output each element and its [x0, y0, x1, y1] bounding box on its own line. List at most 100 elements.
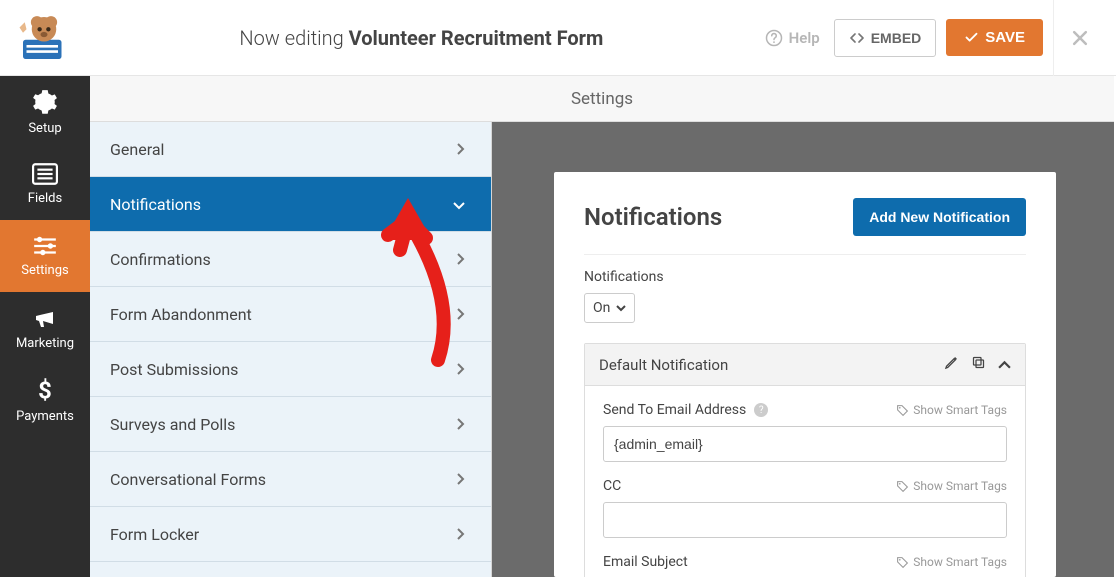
nav-item-setup[interactable]: Setup — [0, 76, 90, 148]
svg-text:$: $ — [38, 377, 52, 403]
chevron-right-icon — [457, 415, 465, 434]
dollar-icon: $ — [35, 377, 55, 403]
close-button[interactable] — [1053, 0, 1106, 76]
settings-header: Settings — [90, 76, 1114, 122]
pencil-icon — [944, 355, 959, 370]
close-icon — [1070, 28, 1090, 48]
nav-item-marketing[interactable]: Marketing — [0, 292, 90, 364]
sidebar-label: Post Submissions — [110, 360, 238, 379]
smart-tags-label: Show Smart Tags — [913, 479, 1007, 493]
nav-label: Marketing — [16, 336, 74, 351]
sidebar-item-surveys-polls[interactable]: Surveys and Polls — [90, 397, 491, 452]
copy-icon — [971, 355, 986, 370]
top-bar: Now editing Volunteer Recruitment Form H… — [0, 0, 1116, 76]
label-text: CC — [603, 478, 621, 494]
chevron-right-icon — [457, 140, 465, 159]
panel-header: Notifications Add New Notification — [584, 198, 1026, 255]
nav-item-settings[interactable]: Settings — [0, 220, 90, 292]
chevron-down-icon — [453, 195, 465, 214]
help-icon — [765, 29, 783, 47]
field-send-to: Send To Email Address ? Show Smart Tags — [603, 402, 1007, 462]
tag-icon — [896, 404, 909, 417]
field-label-cc: CC — [603, 478, 621, 494]
smart-tags-label: Show Smart Tags — [913, 555, 1007, 569]
embed-label: EMBED — [871, 30, 922, 46]
bullhorn-icon — [32, 306, 58, 330]
help-label: Help — [789, 29, 820, 47]
smart-tags-label: Show Smart Tags — [913, 403, 1007, 417]
sidebar-item-form-abandonment[interactable]: Form Abandonment — [90, 287, 491, 342]
sidebar-label: Notifications — [110, 195, 201, 214]
sidebar-label: Surveys and Polls — [110, 415, 235, 434]
notifications-toggle-label: Notifications — [584, 269, 1026, 285]
editing-prefix: Now editing — [239, 26, 348, 50]
logo — [10, 8, 78, 68]
chevron-down-icon — [616, 305, 626, 312]
duplicate-button[interactable] — [971, 355, 986, 374]
field-email-subject: Email Subject Show Smart Tags — [603, 554, 1007, 570]
chevron-right-icon — [457, 470, 465, 489]
settings-sidebar: General Notifications Confirmations Form… — [90, 122, 492, 577]
cc-input[interactable] — [603, 502, 1007, 538]
nav-item-fields[interactable]: Fields — [0, 148, 90, 220]
collapse-button[interactable] — [998, 355, 1011, 374]
sidebar-item-general[interactable]: General — [90, 122, 491, 177]
help-icon[interactable]: ? — [754, 403, 768, 417]
default-notification-card: Default Notification Send To Email Addre… — [584, 343, 1026, 577]
select-value: On — [593, 300, 610, 316]
sidebar-label: Conversational Forms — [110, 470, 266, 489]
chevron-right-icon — [457, 525, 465, 544]
sidebar-item-confirmations[interactable]: Confirmations — [90, 232, 491, 287]
help-link[interactable]: Help — [765, 29, 820, 47]
main-content: Notifications Add New Notification Notif… — [492, 122, 1114, 577]
card-header: Default Notification — [585, 344, 1025, 386]
sidebar-label: Form Abandonment — [110, 305, 252, 324]
nav-label: Setup — [28, 121, 61, 136]
tag-icon — [896, 556, 909, 569]
sidebar-label: Confirmations — [110, 250, 211, 269]
save-label: SAVE — [985, 29, 1025, 46]
label-text: Email Subject — [603, 554, 688, 570]
sidebar-item-form-locker[interactable]: Form Locker — [90, 507, 491, 562]
card-body: Send To Email Address ? Show Smart Tags — [585, 386, 1025, 577]
code-icon — [849, 30, 865, 46]
panel-title: Notifications — [584, 203, 722, 231]
form-name: Volunteer Recruitment Form — [349, 26, 604, 50]
nav-item-payments[interactable]: $ Payments — [0, 364, 90, 436]
embed-button[interactable]: EMBED — [834, 19, 937, 57]
list-icon — [32, 163, 58, 185]
sidebar-label: General — [110, 140, 164, 159]
sidebar-item-notifications[interactable]: Notifications — [90, 177, 491, 232]
nav-label: Settings — [21, 263, 68, 278]
notifications-panel: Notifications Add New Notification Notif… — [554, 172, 1056, 577]
notifications-select[interactable]: On — [584, 293, 635, 323]
show-smart-tags-cc[interactable]: Show Smart Tags — [896, 479, 1007, 493]
tag-icon — [896, 480, 909, 493]
add-notification-button[interactable]: Add New Notification — [853, 198, 1026, 236]
sidebar-label: Form Locker — [110, 525, 199, 544]
chevron-up-icon — [998, 360, 1011, 369]
show-smart-tags-send-to[interactable]: Show Smart Tags — [896, 403, 1007, 417]
field-label-send-to: Send To Email Address ? — [603, 402, 768, 418]
edit-button[interactable] — [944, 355, 959, 374]
save-button[interactable]: SAVE — [946, 19, 1043, 56]
nav-label: Payments — [16, 409, 74, 424]
field-cc: CC Show Smart Tags — [603, 478, 1007, 538]
sidebar-item-post-submissions[interactable]: Post Submissions — [90, 342, 491, 397]
gear-icon — [32, 89, 58, 115]
editing-title: Now editing Volunteer Recruitment Form — [78, 26, 765, 50]
chevron-right-icon — [457, 305, 465, 324]
field-label-email-subject: Email Subject — [603, 554, 688, 570]
check-icon — [964, 30, 979, 45]
label-text: Send To Email Address — [603, 402, 746, 418]
send-to-input[interactable] — [603, 426, 1007, 462]
card-tools — [944, 355, 1011, 374]
show-smart-tags-subject[interactable]: Show Smart Tags — [896, 555, 1007, 569]
chevron-right-icon — [457, 250, 465, 269]
sidebar-item-conversational-forms[interactable]: Conversational Forms — [90, 452, 491, 507]
sliders-icon — [32, 235, 58, 257]
nav-label: Fields — [28, 191, 62, 206]
chevron-right-icon — [457, 360, 465, 379]
left-nav: Setup Fields Settings Marketing $ Paymen… — [0, 76, 90, 577]
card-title: Default Notification — [599, 356, 728, 374]
